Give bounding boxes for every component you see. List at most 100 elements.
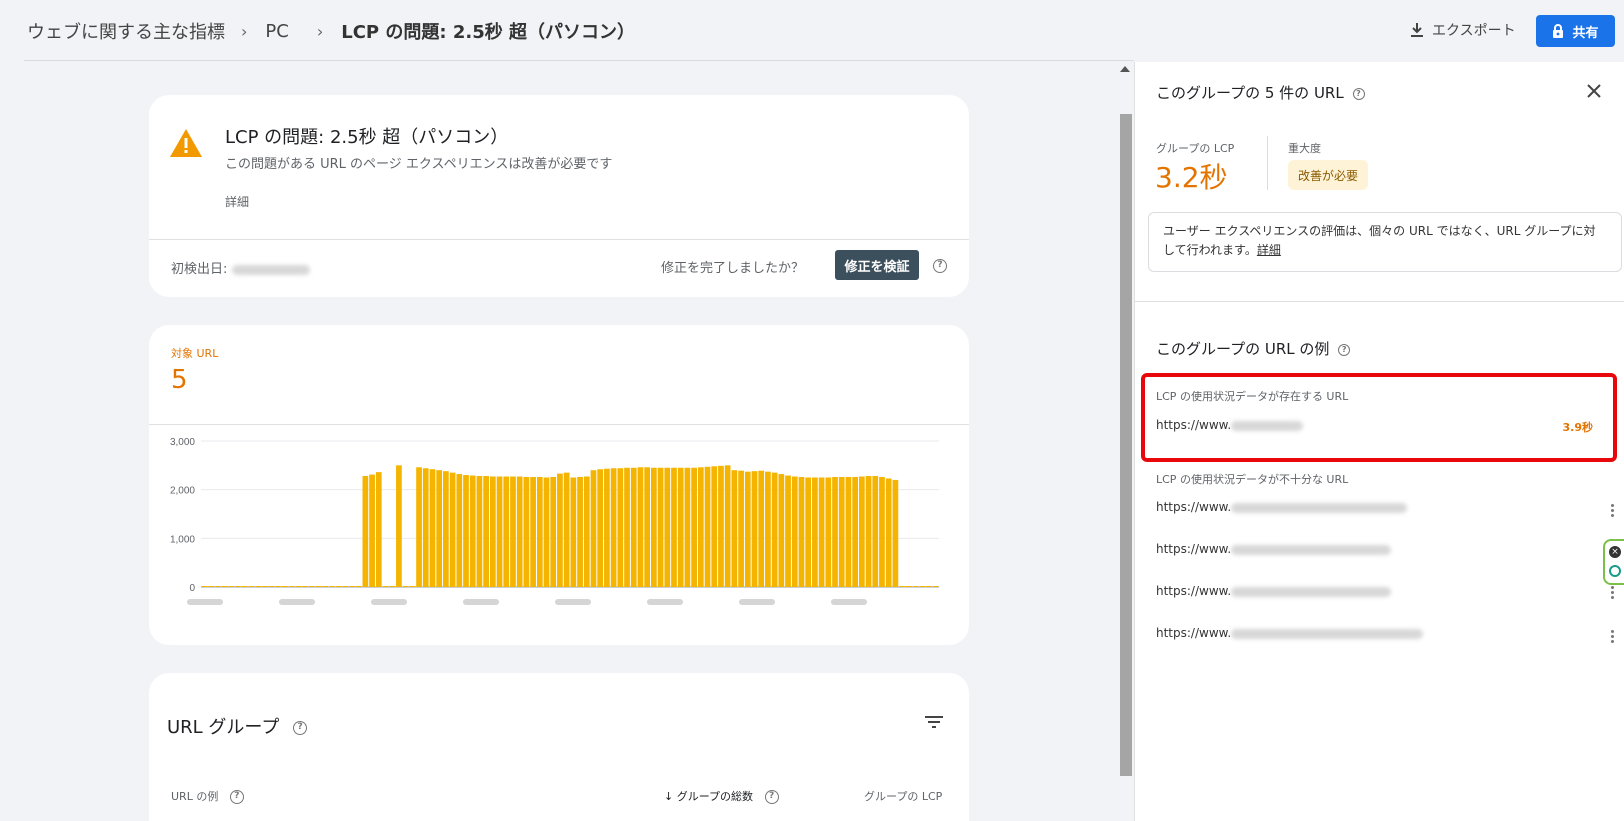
chart-bar[interactable] [375, 472, 382, 587]
chart-bar[interactable] [557, 473, 563, 587]
chart-bar[interactable] [832, 477, 838, 587]
chart-bar[interactable] [248, 586, 255, 587]
chart-bar[interactable] [228, 586, 235, 587]
chart-bar[interactable] [771, 472, 778, 587]
chart-bar[interactable] [657, 467, 664, 587]
chart-bar[interactable] [214, 586, 221, 587]
chart-bar[interactable] [402, 586, 409, 587]
help-icon[interactable]: ? [1352, 87, 1365, 100]
chart-bar[interactable] [503, 476, 510, 587]
chart-bar[interactable] [744, 471, 751, 587]
chart-bar[interactable] [530, 477, 536, 587]
chart-bar[interactable] [704, 466, 711, 587]
chart-bar[interactable] [838, 477, 845, 587]
chart-bar[interactable] [684, 467, 691, 587]
help-icon[interactable]: ? [933, 259, 947, 273]
chart-bar[interactable] [476, 476, 483, 587]
chart-bar[interactable] [778, 474, 785, 587]
chart-bar[interactable] [235, 586, 241, 587]
chart-bar[interactable] [879, 477, 885, 587]
scrollbar[interactable] [1118, 62, 1132, 821]
chart-bar[interactable] [845, 477, 852, 587]
chart-bar[interactable] [382, 586, 389, 587]
chart-bar[interactable] [751, 471, 758, 587]
help-icon[interactable]: ? [1338, 343, 1351, 356]
details-link[interactable]: 詳細 [225, 193, 249, 210]
chart-bar[interactable] [677, 467, 684, 587]
more-vert-icon[interactable] [1611, 628, 1615, 645]
chart-bar[interactable] [315, 586, 322, 587]
chart-bar[interactable] [550, 477, 557, 587]
chart-bar[interactable] [905, 586, 912, 587]
chart-bar[interactable] [536, 477, 543, 587]
chart-bar[interactable] [241, 586, 248, 587]
chart-bar[interactable] [302, 586, 308, 587]
chart-bar[interactable] [523, 477, 530, 587]
chart-bar[interactable] [201, 586, 208, 587]
breadcrumb-root[interactable]: ウェブに関する主な指標 [27, 18, 225, 44]
chart-bar[interactable] [597, 469, 604, 587]
chart-bar[interactable] [389, 586, 396, 587]
help-icon[interactable]: ? [229, 790, 244, 804]
url-row[interactable]: https://www. [1156, 584, 1392, 598]
chart-bar[interactable] [483, 476, 489, 587]
chart-bar[interactable] [563, 472, 570, 587]
chart-bar[interactable] [443, 471, 449, 587]
chart-bar[interactable] [765, 471, 771, 587]
chart-bar[interactable] [510, 476, 516, 587]
chart-bar[interactable] [543, 477, 550, 588]
chart-bar[interactable] [409, 586, 416, 587]
chart-bar[interactable] [812, 477, 818, 588]
chart-bar[interactable] [664, 467, 671, 587]
chart-bar[interactable] [396, 465, 402, 587]
breadcrumb-device[interactable]: PC [265, 21, 288, 42]
chart-bar[interactable] [275, 586, 282, 587]
chart-bar[interactable] [738, 470, 744, 587]
chart-bar[interactable] [872, 476, 879, 587]
chart-bar[interactable] [496, 476, 503, 587]
chart-bar[interactable] [422, 468, 429, 587]
close-icon[interactable]: × [1609, 546, 1621, 558]
chart-bar[interactable] [610, 468, 617, 587]
chart-bar[interactable] [651, 467, 657, 587]
chart-bar[interactable] [355, 586, 362, 587]
chart-bar[interactable] [516, 476, 523, 587]
chart-bar[interactable] [671, 467, 677, 587]
chart-bar[interactable] [322, 586, 328, 587]
chart-bar[interactable] [429, 469, 436, 587]
chart-bar[interactable] [932, 586, 939, 587]
scroll-up-arrow[interactable] [1120, 66, 1130, 72]
column-group-total[interactable]: ↓ グループの総数 ? [664, 788, 779, 804]
info-details-link[interactable]: 詳細 [1257, 243, 1281, 257]
validate-fix-button[interactable]: 修正を検証 [835, 250, 919, 280]
filter-icon[interactable] [925, 715, 943, 729]
chart-bar[interactable] [208, 586, 214, 587]
chart-bar[interactable] [570, 477, 577, 588]
close-icon[interactable] [1587, 84, 1601, 98]
chart-bar[interactable] [221, 586, 228, 587]
chart-bar[interactable] [624, 467, 630, 587]
chart-bar[interactable] [899, 586, 905, 587]
chart-bar[interactable] [852, 477, 858, 587]
chart-bar[interactable] [583, 476, 590, 587]
chart-bar[interactable] [731, 470, 738, 587]
chart-bar[interactable] [282, 586, 288, 587]
column-group-lcp[interactable]: グループの LCP [864, 788, 942, 804]
share-button[interactable]: 共有 [1536, 15, 1615, 47]
chart-bar[interactable] [758, 470, 765, 587]
chart-bar[interactable] [261, 586, 268, 587]
url-row[interactable]: https://www. [1156, 542, 1392, 556]
chart-bar[interactable] [892, 479, 899, 587]
chart-bar[interactable] [328, 586, 335, 587]
help-icon[interactable]: ? [764, 790, 779, 804]
chart-bar[interactable] [718, 465, 724, 587]
url-row[interactable]: https://www. [1156, 500, 1408, 514]
chart-bar[interactable] [798, 477, 805, 587]
chart-bar[interactable] [436, 470, 443, 587]
chart-bar[interactable] [617, 468, 624, 587]
chart-bar[interactable] [335, 586, 342, 587]
chart-bar[interactable] [926, 586, 932, 587]
more-vert-icon[interactable] [1611, 502, 1615, 519]
chart-bar[interactable] [449, 472, 456, 587]
chart-bar[interactable] [912, 586, 919, 587]
